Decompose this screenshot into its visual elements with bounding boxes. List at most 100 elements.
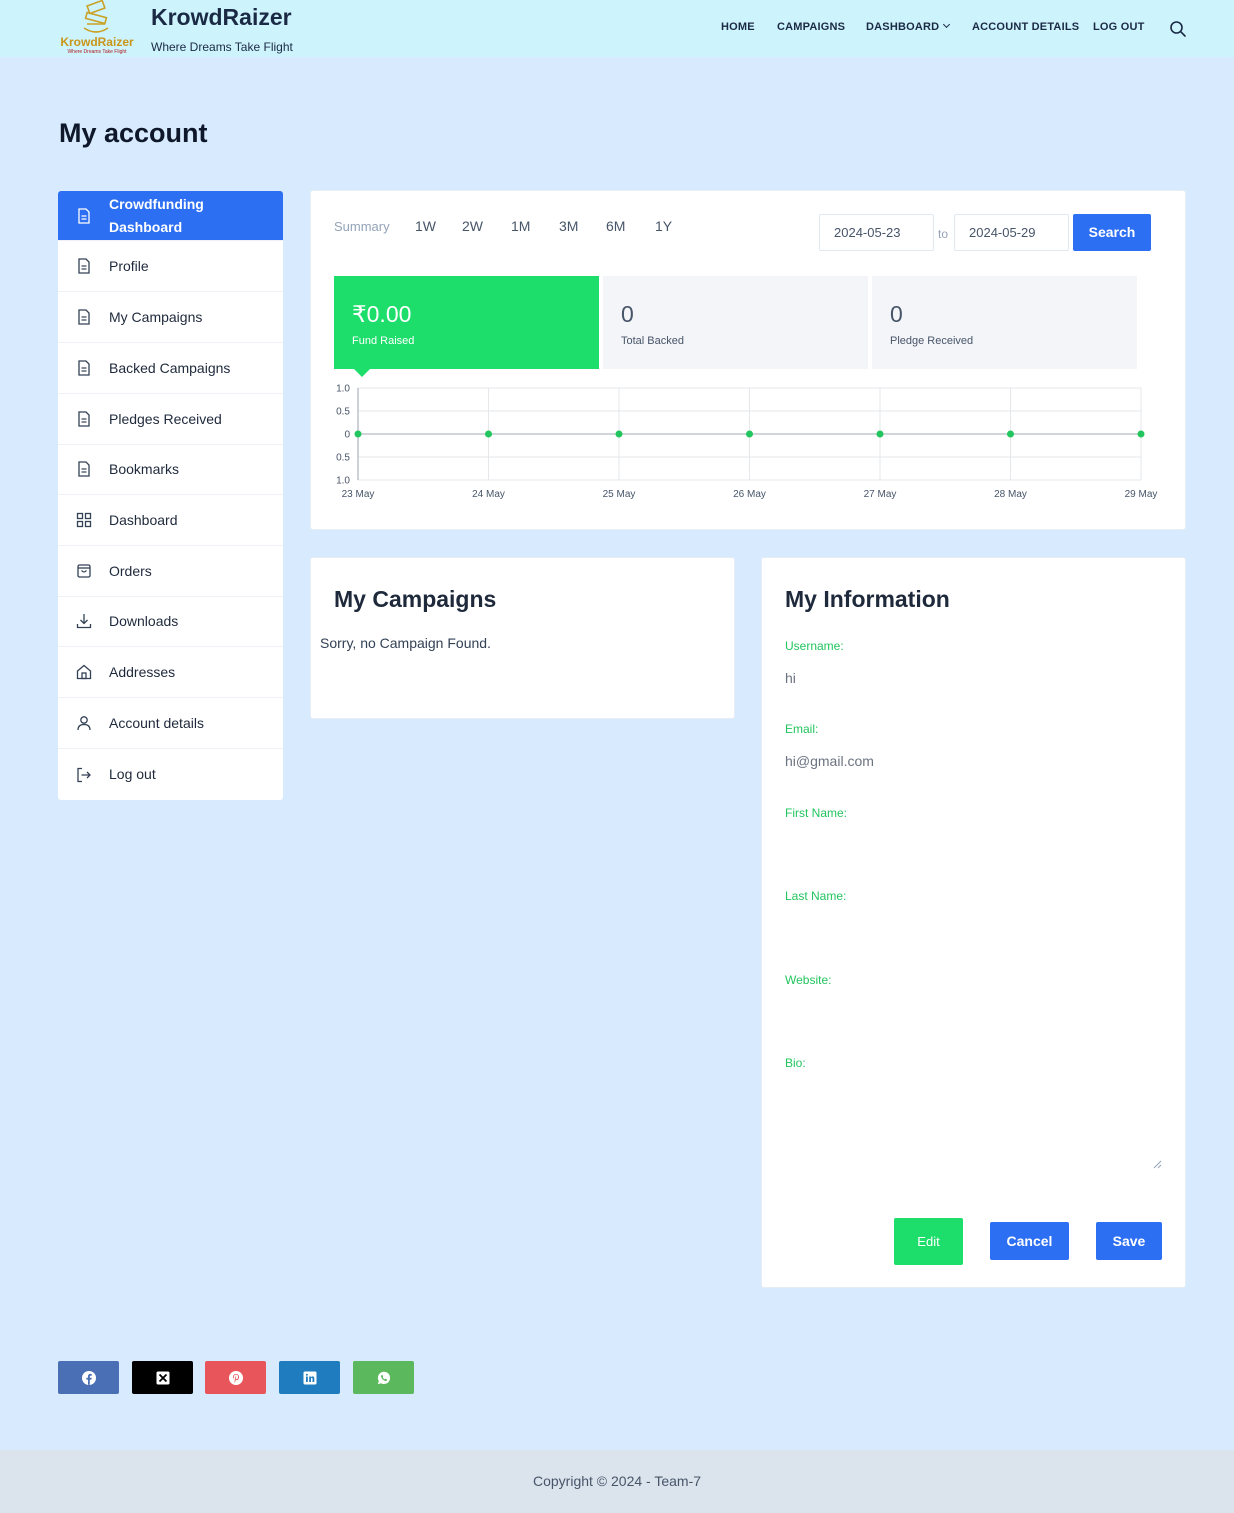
chevron-down-icon	[943, 20, 951, 29]
document-icon	[78, 360, 90, 376]
bio-label: Bio:	[785, 1056, 806, 1070]
stat-value: 0	[621, 301, 634, 327]
sidebar-item-label: Bookmarks	[109, 460, 180, 477]
sidebar-item-label: Account details	[109, 714, 204, 731]
share-facebook-button[interactable]	[58, 1361, 119, 1394]
email-value[interactable]: hi@gmail.com	[785, 753, 874, 769]
nav-dashboard[interactable]: DASHBOARD	[866, 20, 951, 33]
nav-account-details[interactable]: ACCOUNT DETAILS	[972, 21, 1079, 33]
sidebar-item-label: Addresses	[109, 663, 176, 680]
pinterest-icon	[228, 1370, 243, 1385]
username-value[interactable]: hi	[785, 670, 796, 686]
period-summary[interactable]: Summary	[334, 219, 390, 234]
krowdraizer-logo[interactable]: KrowdRaizer Where Dreams Take Flight	[57, 0, 137, 56]
bag-icon	[77, 564, 91, 578]
resize-handle-icon[interactable]	[1152, 1159, 1162, 1169]
first-name-label: First Name:	[785, 806, 848, 820]
footer: Copyright © 2024 - Team-7	[0, 1450, 1234, 1513]
chart-x-tick-label: 23 May	[342, 489, 375, 500]
sidebar-item-log-out[interactable]: Log out	[58, 749, 283, 800]
save-button[interactable]: Save	[1096, 1222, 1162, 1260]
top-header: KrowdRaizer Where Dreams Take Flight Kro…	[0, 0, 1234, 57]
period-3m[interactable]: 3M	[559, 218, 578, 234]
empty-campaigns-message: Sorry, no Campaign Found.	[320, 635, 491, 651]
sidebar-item-downloads[interactable]: Downloads	[58, 596, 283, 647]
sidebar-item-bookmarks[interactable]: Bookmarks	[58, 444, 283, 495]
nav-campaigns[interactable]: CAMPAIGNS	[777, 21, 845, 33]
chart-y-tick-label: 1.0	[336, 384, 350, 395]
chart-x-tick-label: 25 May	[603, 489, 636, 500]
sidebar-item-account-details[interactable]: Account details	[58, 698, 283, 749]
sidebar-item-label: Backed Campaigns	[109, 359, 231, 376]
grid-icon	[76, 512, 92, 528]
my-information-title: My Information	[785, 586, 950, 612]
sidebar-item-label: My Campaigns	[109, 308, 203, 325]
date-range-separator: to	[938, 227, 949, 241]
download-icon	[76, 614, 92, 629]
sidebar-item-label: Dashboard	[109, 511, 178, 528]
nav-home[interactable]: HOME	[721, 21, 755, 33]
search-button[interactable]: Search	[1073, 214, 1151, 251]
user-icon	[77, 716, 91, 731]
document-icon	[78, 461, 90, 477]
stat-label: Fund Raised	[352, 335, 415, 347]
document-icon	[78, 411, 90, 427]
share-pinterest-button[interactable]	[205, 1361, 266, 1394]
chart-y-tick-label: 0	[344, 430, 350, 441]
email-label: Email:	[785, 722, 819, 736]
date-from-input[interactable]: 2024-05-23	[819, 214, 934, 251]
sidebar-item-label: Pledges Received	[109, 410, 222, 427]
search-icon[interactable]	[1168, 19, 1188, 39]
funds-line-chart: 1.0 0.5 0 0.5 1.0 23 May 24 May 25 May 26 May 27 …	[336, 384, 1157, 501]
sidebar-item-label: Crowdfunding Dashboard	[109, 195, 204, 235]
period-6m[interactable]: 6M	[606, 218, 625, 234]
document-icon	[78, 258, 90, 274]
sidebar-item-crowdfunding-dashboard[interactable]: Crowdfunding Dashboard	[58, 191, 283, 241]
website-label: Website:	[785, 973, 832, 987]
edit-button[interactable]: Edit	[894, 1218, 963, 1265]
stat-pledge-received[interactable]: 0 Pledge Received	[872, 276, 1137, 369]
chart-data-point	[1137, 430, 1145, 438]
nav-log-out[interactable]: LOG OUT	[1093, 21, 1145, 33]
chart-data-point	[615, 430, 623, 438]
chart-data-point	[485, 430, 492, 438]
period-2w[interactable]: 2W	[462, 218, 483, 234]
date-to-input[interactable]: 2024-05-29	[954, 214, 1069, 251]
period-1w[interactable]: 1W	[415, 218, 436, 234]
sidebar-item-label: Downloads	[109, 612, 179, 629]
share-linkedin-button[interactable]	[279, 1361, 340, 1394]
logout-icon	[77, 767, 91, 782]
sidebar-item-dashboard[interactable]: Dashboard	[58, 495, 283, 546]
sidebar-item-pledges-received[interactable]: Pledges Received	[58, 394, 283, 445]
stat-value: 0	[890, 301, 903, 327]
chart-y-tick-label: 0.5	[336, 453, 350, 464]
period-1m[interactable]: 1M	[511, 218, 530, 234]
chart-x-tick-label: 28 May	[994, 489, 1027, 500]
svg-text:Where Dreams Take Flight: Where Dreams Take Flight	[67, 49, 127, 55]
sidebar-item-profile[interactable]: Profile	[58, 241, 283, 292]
chart-data-point	[746, 430, 753, 438]
stat-fund-raised[interactable]: ₹0.00 Fund Raised	[334, 276, 599, 369]
sidebar-item-my-campaigns[interactable]: My Campaigns	[58, 292, 283, 343]
stat-label: Total Backed	[621, 335, 684, 347]
sidebar-item-addresses[interactable]: Addresses	[58, 647, 283, 698]
sidebar-item-backed-campaigns[interactable]: Backed Campaigns	[58, 343, 283, 394]
chart-x-tick-label: 27 May	[864, 489, 897, 500]
sidebar-item-orders[interactable]: Orders	[58, 546, 283, 597]
page-title: My account	[59, 118, 208, 148]
share-whatsapp-button[interactable]	[353, 1361, 414, 1394]
bio-textarea[interactable]	[785, 1078, 1163, 1172]
stat-total-backed[interactable]: 0 Total Backed	[603, 276, 868, 369]
cancel-button[interactable]: Cancel	[990, 1222, 1069, 1260]
brand-title[interactable]: KrowdRaizer	[151, 4, 292, 31]
share-x-button[interactable]	[132, 1361, 193, 1394]
stat-label: Pledge Received	[890, 335, 974, 347]
active-stat-pointer	[354, 369, 370, 377]
my-information-card	[761, 557, 1186, 1288]
username-label: Username:	[785, 639, 844, 653]
chart-data-point	[876, 430, 884, 438]
period-1y[interactable]: 1Y	[655, 218, 672, 234]
x-icon	[156, 1371, 169, 1384]
nav-dashboard-label: DASHBOARD	[866, 21, 940, 33]
chart-y-tick-label: 1.0	[336, 476, 350, 487]
